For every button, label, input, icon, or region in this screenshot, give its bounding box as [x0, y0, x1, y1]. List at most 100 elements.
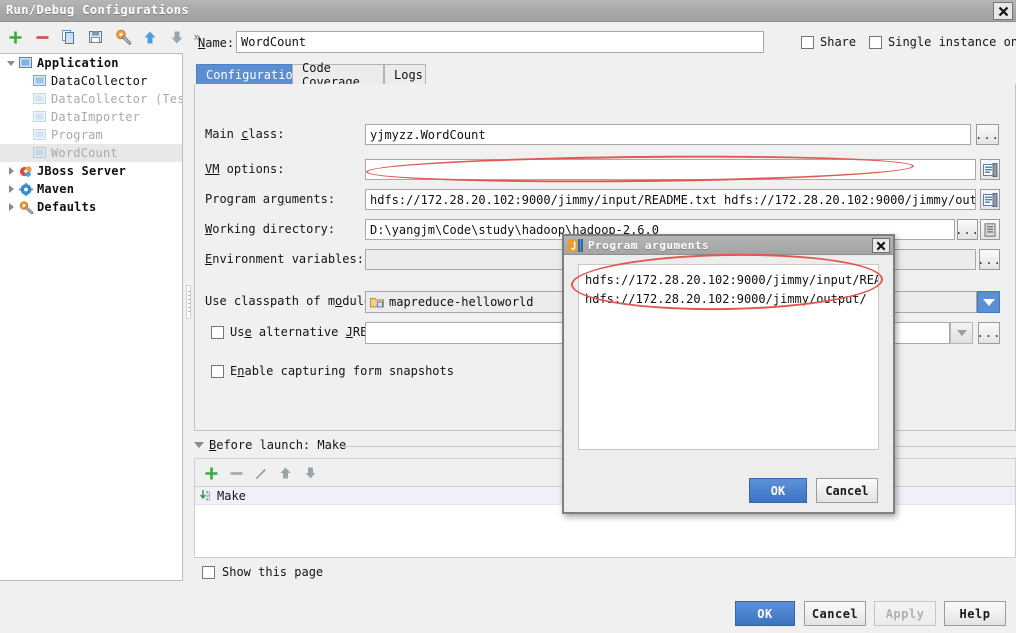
sidebar-item-label: Application — [37, 56, 119, 70]
dialog-title: Program arguments — [588, 238, 710, 252]
single-instance-checkbox[interactable] — [869, 35, 882, 49]
remove-task-icon[interactable] — [225, 462, 247, 484]
before-launch-collapse-icon[interactable] — [194, 442, 204, 448]
main-class-browse-button[interactable]: ... — [975, 124, 999, 145]
tab-logs[interactable]: Logs — [384, 64, 426, 85]
edit-task-icon[interactable] — [249, 462, 271, 484]
use-alternative-jre-dropdown-button[interactable] — [950, 322, 973, 344]
sidebar-item-maven[interactable]: Maven — [0, 180, 182, 198]
enable-snapshots-label: Enable capturing form snapshots — [230, 364, 454, 378]
sidebar-item-label: WordCount — [51, 146, 118, 160]
sidebar-item-label: DataCollector — [51, 74, 148, 88]
window-close-button[interactable] — [993, 2, 1013, 20]
tree-toggle — [4, 167, 18, 175]
module-folder-icon — [370, 296, 384, 308]
working-directory-browse-button[interactable]: ... — [955, 219, 979, 240]
task-label: Make — [217, 488, 246, 503]
show-this-page-label: Show this page — [222, 565, 324, 579]
dialog-text-line-1: hdfs://172.28.20.102:9000/jimmy/input/RE… — [585, 273, 878, 287]
configurations-toolbar: » — [0, 22, 201, 52]
copy-icon[interactable] — [58, 26, 80, 48]
svg-text:01: 01 — [206, 499, 210, 502]
splitter-grip[interactable] — [186, 285, 191, 319]
maven-icon — [18, 182, 34, 196]
sidebar-item-datacollector[interactable]: DataCollector — [0, 72, 182, 90]
sidebar-item-datacollector-test[interactable]: DataCollector (Test) — [0, 90, 182, 108]
use-alternative-jre-browse-button[interactable]: ... — [977, 322, 1000, 344]
name-label: Name: — [198, 36, 235, 50]
dialog-close-button[interactable] — [872, 238, 890, 253]
main-class-input[interactable]: yjmyzz.WordCount — [365, 124, 971, 145]
tab-code-coverage[interactable]: Code Coverage — [292, 61, 384, 89]
move-task-up-icon[interactable] — [274, 462, 296, 484]
dialog-title-bar: Program arguments — [564, 236, 893, 255]
single-instance-checkbox-row[interactable]: Single instance only — [869, 35, 1016, 49]
dialog-text-line-2: hdfs://172.28.20.102:9000/jimmy/output/ — [585, 292, 867, 306]
program-arguments-row: Program arguments: hdfs://172.28.20.102:… — [195, 189, 1016, 211]
vm-options-label: VM options: — [205, 162, 285, 176]
use-classpath-label: Use classpath of module: — [205, 294, 379, 308]
tree-toggle — [4, 185, 18, 193]
sidebar-item-dataimporter[interactable]: DataImporter — [0, 108, 182, 126]
program-arguments-input[interactable]: hdfs://172.28.20.102:9000/jimmy/input/RE… — [365, 189, 976, 210]
vm-options-row: VM options: — [195, 159, 1016, 181]
run-config-icon — [32, 92, 48, 106]
remove-icon[interactable] — [31, 26, 53, 48]
tree-toggle — [4, 60, 18, 66]
dialog-text-area[interactable]: hdfs://172.28.20.102:9000/jimmy/input/RE… — [578, 264, 879, 450]
apply-button[interactable]: Apply — [874, 601, 936, 626]
move-down-icon[interactable] — [166, 26, 188, 48]
save-icon[interactable] — [85, 26, 107, 48]
tree-toggle — [4, 203, 18, 211]
share-label: Share — [820, 35, 857, 49]
panel-splitter[interactable] — [183, 53, 194, 581]
environment-variables-browse-button[interactable]: ... — [977, 249, 1001, 270]
move-task-down-icon[interactable] — [299, 462, 321, 484]
use-alternative-jre-label: Use alternative JRE: — [230, 325, 375, 339]
move-up-icon[interactable] — [139, 26, 161, 48]
editor-tabs: Configuration Code Coverage Logs — [194, 61, 1016, 89]
use-alternative-jre-checkbox[interactable] — [211, 325, 224, 339]
chevron-right-icon[interactable] — [8, 185, 14, 193]
application-icon — [18, 56, 34, 70]
chevron-right-icon[interactable] — [8, 167, 14, 175]
working-directory-macro-button[interactable] — [980, 219, 1000, 240]
vm-options-input[interactable] — [365, 159, 976, 180]
dialog-ok-button[interactable]: OK — [749, 478, 807, 503]
share-checkbox-row[interactable]: Share — [801, 35, 856, 49]
main-class-row: Main class: yjmyzz.WordCount ... — [195, 124, 1016, 146]
chevron-down-icon[interactable] — [7, 60, 15, 66]
enable-snapshots-checkbox[interactable] — [211, 364, 224, 378]
sidebar-item-wordcount[interactable]: WordCount — [0, 144, 182, 162]
before-launch-header[interactable]: Before launch: Make — [194, 438, 346, 452]
tab-configuration[interactable]: Configuration — [196, 64, 300, 85]
sidebar-item-application[interactable]: Application — [0, 54, 182, 72]
add-icon[interactable] — [4, 26, 26, 48]
configuration-name-input[interactable]: WordCount — [236, 31, 764, 53]
sidebar-item-jboss-server[interactable]: JBoss Server — [0, 162, 182, 180]
share-checkbox[interactable] — [801, 35, 814, 49]
sidebar-item-program[interactable]: Program — [0, 126, 182, 144]
show-this-page-row[interactable]: Show this page — [202, 565, 323, 579]
use-alternative-jre-checkbox-row[interactable]: Use alternative JRE: — [211, 325, 375, 339]
chevron-right-icon[interactable] — [8, 203, 14, 211]
vm-options-expand-button[interactable] — [980, 159, 1000, 180]
environment-variables-label: Environment variables: — [205, 252, 364, 266]
configurations-tree[interactable]: Application DataCollector DataCollector (T… — [0, 53, 183, 581]
edit-defaults-icon[interactable] — [112, 26, 134, 48]
use-classpath-dropdown-button[interactable] — [977, 291, 1000, 313]
show-this-page-checkbox[interactable] — [202, 565, 215, 579]
run-config-icon — [32, 110, 48, 124]
run-config-icon — [32, 74, 48, 88]
enable-snapshots-checkbox-row[interactable]: Enable capturing form snapshots — [211, 364, 454, 378]
defaults-icon — [18, 200, 34, 214]
program-arguments-expand-button[interactable] — [980, 189, 1000, 210]
configuration-name-value: WordCount — [241, 35, 307, 49]
cancel-button[interactable]: Cancel — [804, 601, 866, 626]
help-button[interactable]: Help — [944, 601, 1006, 626]
sidebar-item-defaults[interactable]: Defaults — [0, 198, 182, 216]
dialog-cancel-button[interactable]: Cancel — [816, 478, 878, 503]
single-instance-label: Single instance only — [888, 35, 1016, 49]
add-task-icon[interactable] — [200, 462, 222, 484]
ok-button[interactable]: OK — [735, 601, 795, 626]
